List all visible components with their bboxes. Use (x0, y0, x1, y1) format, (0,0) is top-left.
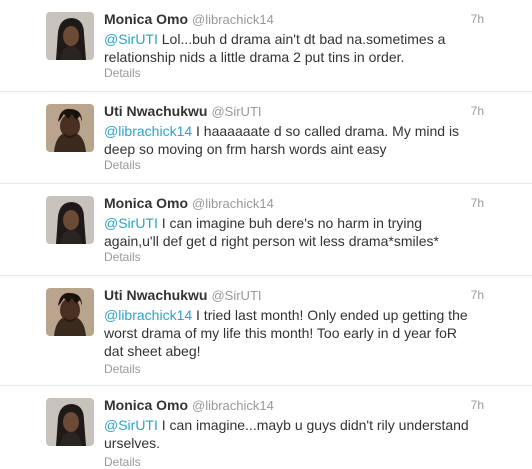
tweet-item[interactable]: Monica Omo @librachick14 7h @SirUTI I can… (0, 386, 532, 469)
tweet-item[interactable]: Monica Omo @librachick14 7h @SirUTI Lol..… (0, 0, 532, 92)
woman-avatar-icon (46, 196, 94, 244)
tweet-feed: Monica Omo @librachick14 7h @SirUTI Lol..… (0, 0, 532, 469)
timestamp[interactable]: 7h (471, 288, 484, 302)
author-name[interactable]: Monica Omo @librachick14 (104, 195, 274, 211)
author-handle[interactable]: @librachick14 (192, 12, 274, 27)
tweet-item[interactable]: Uti Nwachukwu @SirUTI 7h @librachick14 I … (0, 276, 532, 386)
woman-avatar-icon (46, 12, 94, 60)
details-link[interactable]: Details (104, 66, 141, 80)
mention-link[interactable]: @librachick14 (104, 307, 192, 323)
avatar[interactable] (46, 12, 94, 60)
author-name[interactable]: Uti Nwachukwu @SirUTI (104, 103, 262, 119)
author-name[interactable]: Monica Omo @librachick14 (104, 397, 274, 413)
tweet-text: @librachick14 I haaaaaate d so called dr… (104, 122, 474, 158)
tweet-item[interactable]: Uti Nwachukwu @SirUTI 7h @librachick14 I … (0, 92, 532, 184)
details-link[interactable]: Details (104, 362, 141, 376)
details-link[interactable]: Details (104, 455, 141, 469)
author-handle[interactable]: @SirUTI (211, 104, 261, 119)
mention-link[interactable]: @SirUTI (104, 417, 158, 433)
timestamp[interactable]: 7h (471, 398, 484, 412)
man-avatar-icon (46, 104, 94, 152)
author-name[interactable]: Uti Nwachukwu @SirUTI (104, 287, 262, 303)
avatar[interactable] (46, 398, 94, 446)
details-link[interactable]: Details (104, 158, 141, 172)
timestamp[interactable]: 7h (471, 12, 484, 26)
avatar[interactable] (46, 196, 94, 244)
author-display-name[interactable]: Uti Nwachukwu (104, 287, 207, 303)
author-display-name[interactable]: Monica Omo (104, 397, 188, 413)
author-display-name[interactable]: Monica Omo (104, 11, 188, 27)
mention-link[interactable]: @librachick14 (104, 123, 192, 139)
tweet-text: @SirUTI I can imagine...mayb u guys didn… (104, 416, 474, 452)
tweet-item[interactable]: Monica Omo @librachick14 7h @SirUTI I can… (0, 184, 532, 276)
tweet-text: @SirUTI Lol...buh d drama ain't dt bad n… (104, 30, 474, 66)
tweet-text: @librachick14 I tried last month! Only e… (104, 306, 474, 360)
mention-link[interactable]: @SirUTI (104, 215, 158, 231)
author-name[interactable]: Monica Omo @librachick14 (104, 11, 274, 27)
woman-avatar-icon (46, 398, 94, 446)
timestamp[interactable]: 7h (471, 196, 484, 210)
tweet-body: I can imagine...mayb u guys didn't rily … (104, 417, 469, 451)
author-handle[interactable]: @SirUTI (211, 288, 261, 303)
timestamp[interactable]: 7h (471, 104, 484, 118)
tweet-text: @SirUTI I can imagine buh dere's no harm… (104, 214, 474, 250)
avatar[interactable] (46, 104, 94, 152)
author-display-name[interactable]: Uti Nwachukwu (104, 103, 207, 119)
author-handle[interactable]: @librachick14 (192, 398, 274, 413)
author-display-name[interactable]: Monica Omo (104, 195, 188, 211)
mention-link[interactable]: @SirUTI (104, 31, 158, 47)
man-avatar-icon (46, 288, 94, 336)
details-link[interactable]: Details (104, 250, 141, 264)
avatar[interactable] (46, 288, 94, 336)
author-handle[interactable]: @librachick14 (192, 196, 274, 211)
